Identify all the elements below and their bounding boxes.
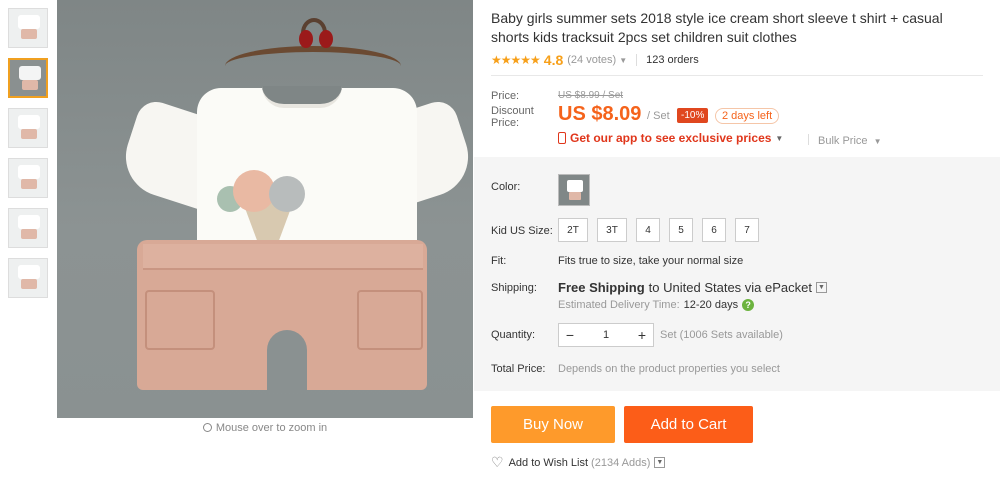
chevron-down-icon[interactable]: ▼ <box>815 282 827 293</box>
original-price: US $8.99 / Set <box>558 90 624 101</box>
main-product-image[interactable] <box>57 0 473 418</box>
zoom-hint: Mouse over to zoom in <box>57 422 473 434</box>
shipping-label: Shipping: <box>491 282 537 294</box>
chevron-down-icon[interactable]: ▼ <box>654 457 666 468</box>
product-info: Baby girls summer sets 2018 style ice cr… <box>491 0 996 154</box>
decrement-button[interactable]: − <box>559 327 581 343</box>
quantity-stepper: − 1 + <box>558 323 654 347</box>
heart-icon: ♡ <box>491 454 504 470</box>
color-label: Color: <box>491 181 521 193</box>
orders-count: 123 orders <box>646 54 699 66</box>
total-price-value: Depends on the product properties you se… <box>558 363 780 375</box>
fit-text: Fits true to size, take your normal size <box>558 255 744 267</box>
shorts-leg-gap <box>267 330 307 392</box>
discount-price: US $8.09 <box>558 103 642 125</box>
time-left-badge: 2 days left <box>715 108 780 124</box>
total-price-label: Total Price: <box>491 363 546 375</box>
shorts-pocket-right <box>357 290 423 350</box>
zoom-hint-text: Mouse over to zoom in <box>215 422 328 434</box>
add-to-cart-button[interactable]: Add to Cart <box>624 406 753 443</box>
divider <box>808 134 809 145</box>
buy-now-button[interactable]: Buy Now <box>491 406 615 443</box>
discount-badge: -10% <box>677 108 709 123</box>
star-rating-icon: ★★★★★ <box>491 53 541 67</box>
fit-label: Fit: <box>491 255 507 267</box>
phone-icon <box>558 132 566 144</box>
bulk-price-dropdown[interactable]: Bulk Price ▼ <box>808 133 882 147</box>
price-box: Price: US $8.99 / Set Discount Price: US… <box>491 83 996 154</box>
product-title: Baby girls summer sets 2018 style ice cr… <box>491 10 943 45</box>
size-option-7[interactable]: 7 <box>735 218 759 242</box>
divider <box>636 54 638 66</box>
quantity-label: Quantity: <box>491 329 536 341</box>
size-option-3t[interactable]: 3T <box>597 218 627 242</box>
pompom-grey <box>269 176 305 212</box>
size-label: Kid US Size: <box>491 225 553 237</box>
thumbnail-2[interactable] <box>8 58 48 98</box>
shorts-pocket-left <box>145 290 215 350</box>
action-buttons: Buy Now Add to Cart <box>491 406 753 443</box>
color-swatch[interactable] <box>558 174 590 206</box>
quantity-input[interactable]: 1 <box>581 329 631 341</box>
help-icon[interactable]: ? <box>742 299 755 311</box>
wishlist-count: (2134 Adds) <box>591 456 651 469</box>
increment-button[interactable]: + <box>631 327 653 343</box>
price-label: Price: <box>491 90 520 102</box>
price-unit: / Set <box>647 110 670 122</box>
thumbnail-4[interactable] <box>8 158 48 198</box>
thumbnail-5[interactable] <box>8 208 48 248</box>
options-panel: Color: Kid US Size: 2T 3T 4 5 6 7 Fit: F… <box>474 157 1000 391</box>
delivery-estimate: Estimated Delivery Time: 12-20 days ? <box>558 299 755 311</box>
wishlist-label: Add to Wish List <box>508 456 589 469</box>
thumbnail-6[interactable] <box>8 258 48 298</box>
size-options: 2T 3T 4 5 6 7 <box>558 218 768 242</box>
shirt-neck <box>262 86 342 108</box>
divider <box>491 75 983 76</box>
delivery-days: 12-20 days <box>683 299 739 311</box>
chevron-down-icon: ▼ <box>873 137 882 146</box>
size-option-5[interactable]: 5 <box>669 218 693 242</box>
votes-link[interactable]: (24 votes) <box>567 54 616 66</box>
thumbnail-list <box>8 8 50 308</box>
discount-price-label: Discount Price: <box>491 105 534 129</box>
quantity-available: Set (1006 Sets available) <box>660 329 783 341</box>
bow-decoration <box>299 30 333 50</box>
size-option-6[interactable]: 6 <box>702 218 726 242</box>
app-promo-text: Get our app to see exclusive prices <box>570 131 772 145</box>
app-promo-link[interactable]: Get our app to see exclusive prices ▼ <box>558 131 783 145</box>
size-option-2t[interactable]: 2T <box>558 218 588 242</box>
rating-value: 4.8 <box>543 52 564 68</box>
thumbnail-1[interactable] <box>8 8 48 48</box>
free-shipping-text: Free Shipping <box>558 280 645 295</box>
add-to-wishlist-link[interactable]: ♡ Add to Wish List (2134 Adds) ▼ <box>491 454 666 471</box>
bulk-price-label: Bulk Price <box>818 135 868 147</box>
magnifier-icon <box>202 423 212 432</box>
hanger-bar <box>225 46 401 86</box>
delivery-label: Estimated Delivery Time: <box>558 299 680 311</box>
size-option-4[interactable]: 4 <box>636 218 660 242</box>
shirt-body <box>197 88 417 260</box>
shorts-waistband <box>143 244 423 270</box>
chevron-down-icon: ▼ <box>775 133 784 143</box>
rating-row: ★★★★★ 4.8 (24 votes) ▼ 123 orders <box>491 52 996 68</box>
shipping-method[interactable]: Free Shipping to United States via ePack… <box>558 280 827 295</box>
thumbnail-3[interactable] <box>8 108 48 148</box>
shipping-destination: to United States via ePacket <box>648 280 812 295</box>
chevron-down-icon[interactable]: ▼ <box>619 56 627 65</box>
